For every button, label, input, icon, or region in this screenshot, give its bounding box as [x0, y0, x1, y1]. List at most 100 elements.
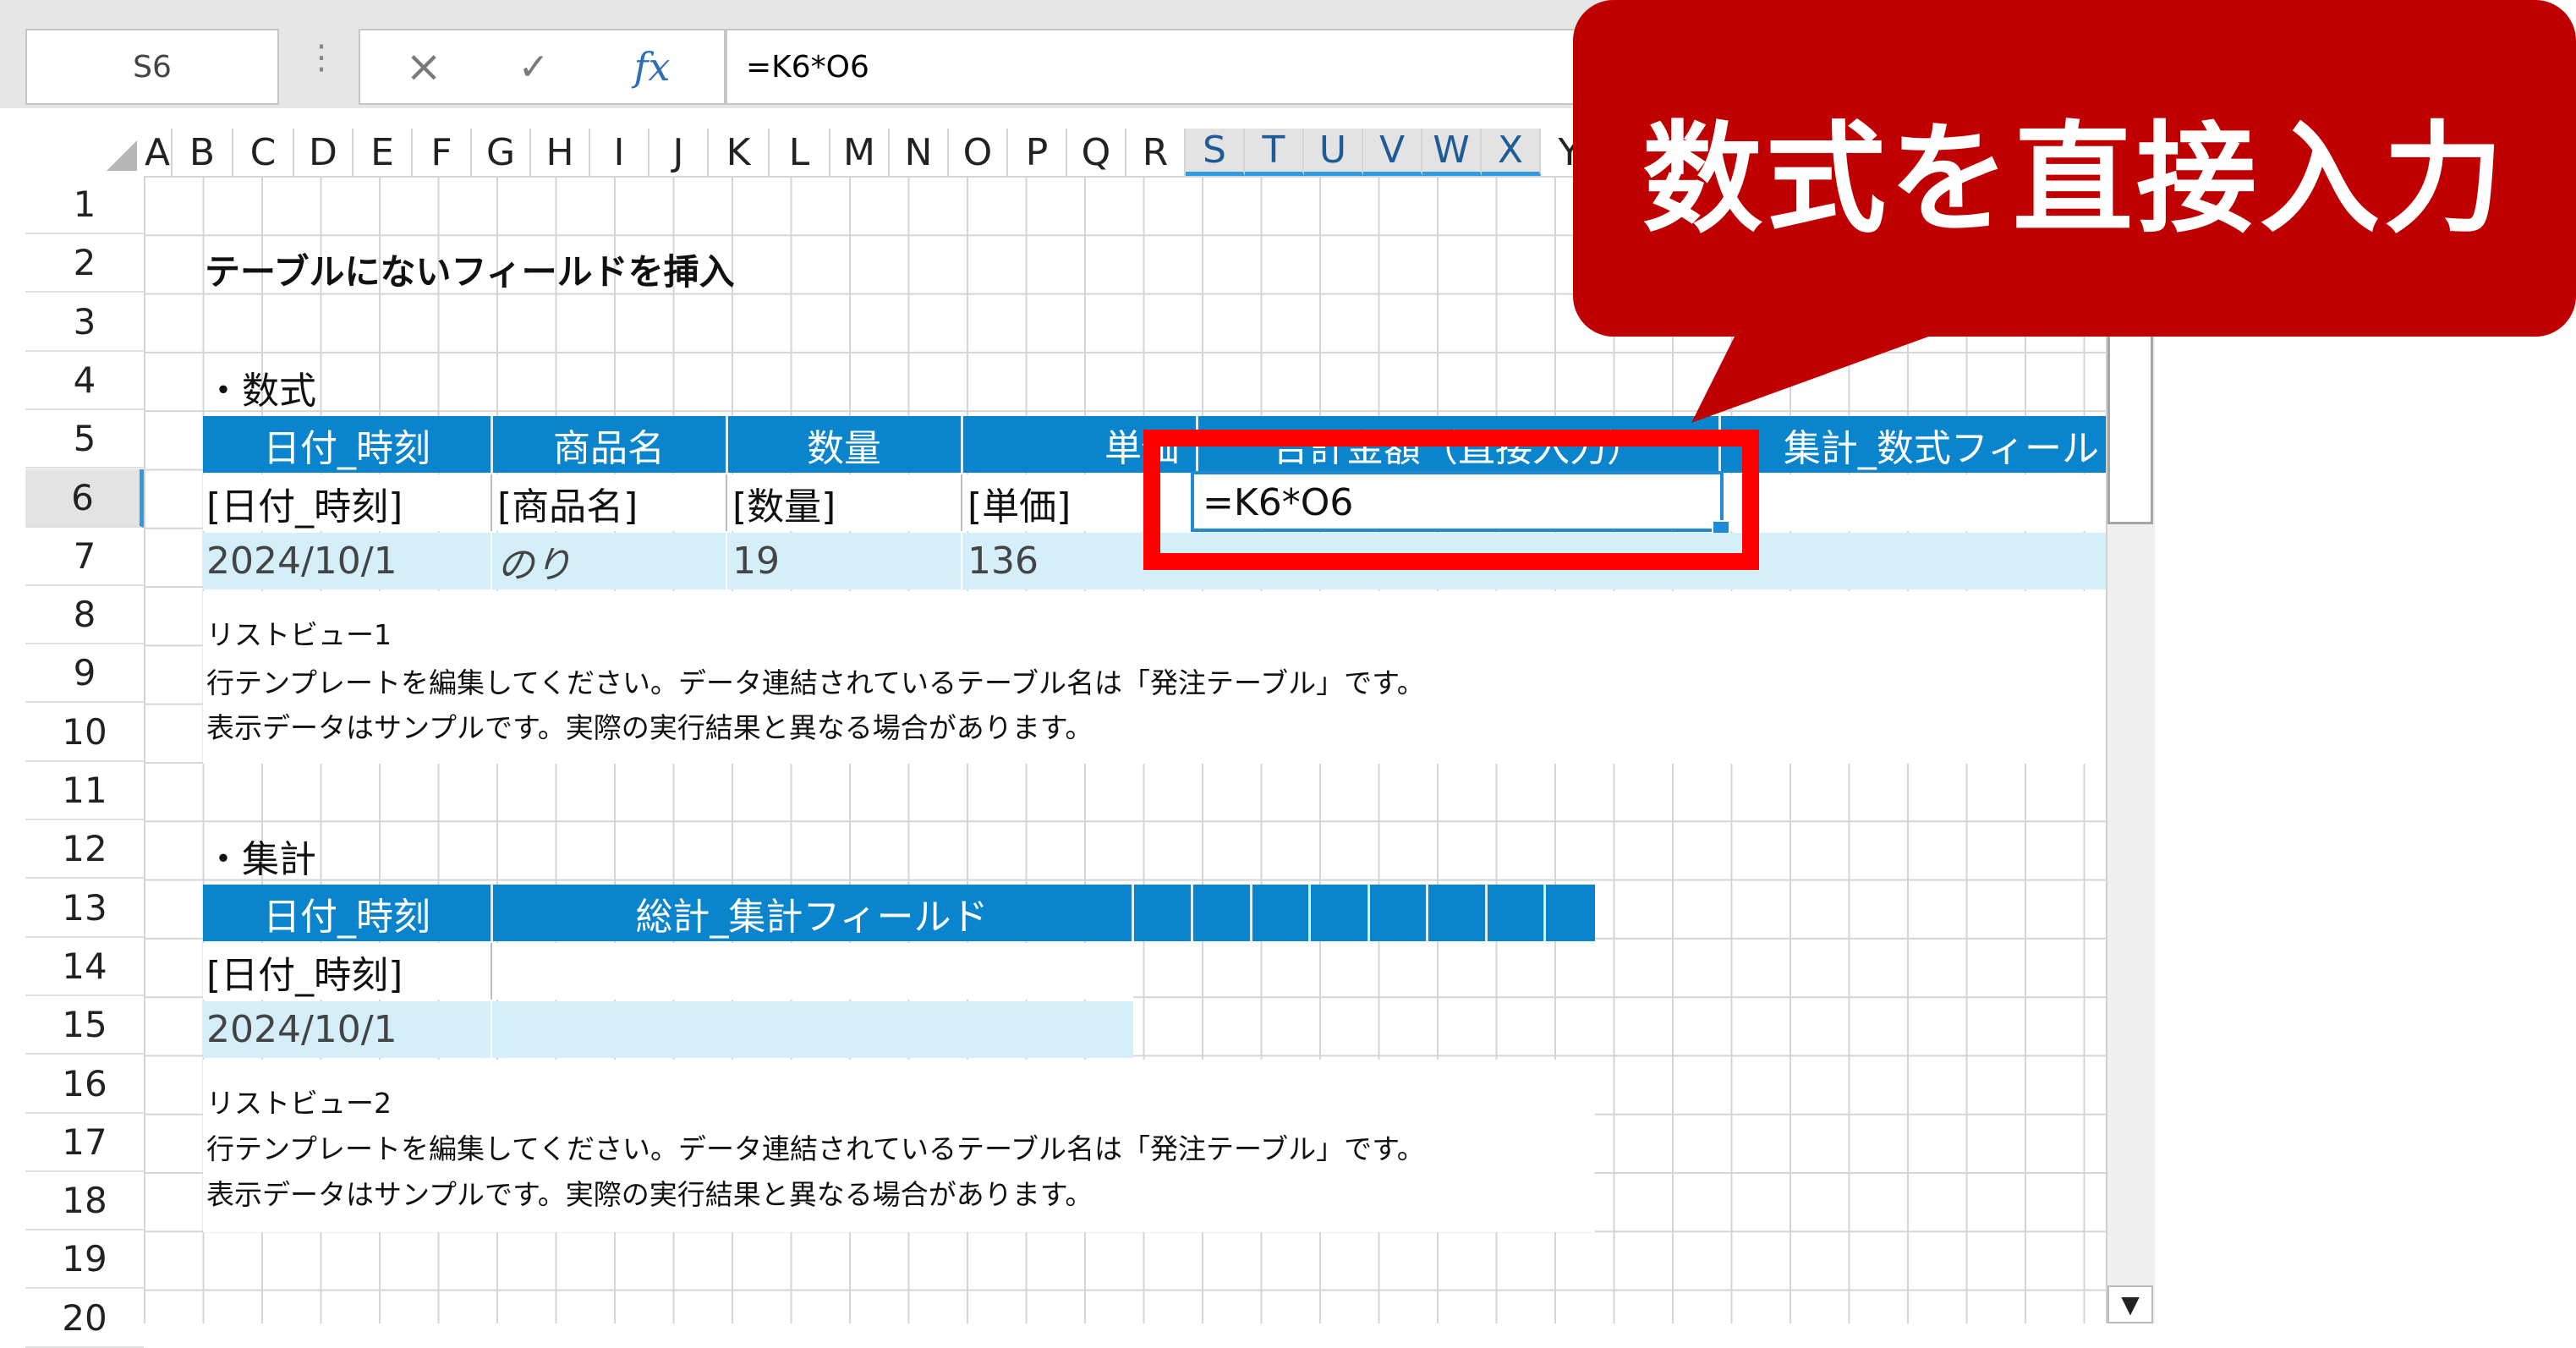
- enter-icon[interactable]: ✓: [496, 30, 572, 103]
- header-separator: [491, 885, 493, 941]
- header-separator: [1485, 885, 1488, 941]
- sample-unit-price: 136: [967, 540, 1039, 583]
- column-header-b[interactable]: B: [173, 129, 233, 176]
- cell-separator: [491, 533, 492, 589]
- listview1-name: リストビュー1: [206, 618, 392, 651]
- sample-product: のり: [497, 543, 572, 587]
- column-header-d[interactable]: D: [294, 129, 354, 176]
- listview1-disclaimer: 表示データはサンプルです。実際の実行結果と異なる場合があります。: [206, 711, 1093, 744]
- column-header-o[interactable]: O: [949, 129, 1008, 176]
- column-header-k[interactable]: K: [709, 129, 770, 176]
- column-header-l[interactable]: L: [770, 129, 830, 176]
- header-separator: [1426, 885, 1428, 941]
- header-separator: [1191, 885, 1193, 941]
- row-header-14[interactable]: 14: [25, 937, 144, 996]
- name-box[interactable]: S6: [25, 29, 279, 105]
- column-header-h[interactable]: H: [531, 129, 590, 176]
- template-unit-price-cell[interactable]: [単価]: [967, 474, 1071, 531]
- column-header-n[interactable]: N: [890, 129, 949, 176]
- header-separator: [961, 416, 963, 473]
- row-header-10[interactable]: 10: [25, 703, 144, 762]
- column-header-x[interactable]: X: [1482, 129, 1541, 176]
- row-header-8[interactable]: 8: [25, 586, 144, 645]
- column-header-j[interactable]: J: [649, 129, 709, 176]
- header-separator: [1250, 885, 1252, 941]
- sheet-title: テーブルにないフィールドを挿入: [205, 251, 735, 293]
- header-quantity: 数量: [807, 426, 881, 470]
- header-product: 商品名: [553, 426, 665, 470]
- sample-datetime: 2024/10/1: [206, 540, 397, 583]
- cell-separator: [491, 474, 492, 531]
- row-header-7[interactable]: 7: [25, 527, 144, 586]
- cell-separator: [961, 533, 962, 589]
- row-header-3[interactable]: 3: [25, 293, 144, 352]
- cell-separator: [961, 474, 962, 531]
- header-separator: [1367, 885, 1370, 941]
- column-header-q[interactable]: Q: [1067, 129, 1126, 176]
- row-header-19[interactable]: 19: [25, 1230, 144, 1290]
- row-header-16[interactable]: 16: [25, 1055, 144, 1114]
- highlight-frame: [1143, 430, 1759, 570]
- section-formula-label: ・数式: [205, 369, 316, 413]
- header-aggregate-formula: 集計_数式フィール: [1783, 426, 2099, 470]
- column-header-w[interactable]: W: [1422, 129, 1482, 176]
- header-separator: [1132, 885, 1134, 941]
- template-product-cell[interactable]: [商品名]: [497, 474, 638, 531]
- scroll-down-arrow-icon[interactable]: ▼: [2107, 1285, 2153, 1323]
- header-separator: [726, 416, 728, 473]
- cell-separator: [726, 533, 727, 589]
- row-header-17[interactable]: 17: [25, 1113, 144, 1172]
- callout-text: 数式を直接入力: [1642, 110, 2507, 249]
- row-header-2[interactable]: 2: [25, 234, 144, 293]
- spreadsheet-window: { "formula_bar": { "name_box": "S6", "ca…: [0, 0, 2576, 1348]
- row-header-1[interactable]: 1: [25, 176, 144, 234]
- column-header-v[interactable]: V: [1363, 129, 1422, 176]
- section-aggregate-label: ・集計: [205, 837, 316, 881]
- column-header-u[interactable]: U: [1304, 129, 1363, 176]
- column-header-e[interactable]: E: [354, 129, 413, 176]
- column-header-s[interactable]: S: [1186, 129, 1245, 176]
- row-header-15[interactable]: 15: [25, 996, 144, 1055]
- listview2-disclaimer: 表示データはサンプルです。実際の実行結果と異なる場合があります。: [206, 1178, 1093, 1211]
- column-header-m[interactable]: M: [830, 129, 890, 176]
- row-header-9[interactable]: 9: [25, 644, 144, 704]
- cell-separator: [491, 1001, 492, 1058]
- sample-quantity: 19: [732, 540, 780, 583]
- more-options-icon[interactable]: ⋮: [304, 38, 338, 77]
- column-header-g[interactable]: G: [472, 129, 531, 176]
- listview1-instruction: 行テンプレートを編集してください。データ連結されているテーブル名は「発注テーブル…: [206, 666, 1425, 699]
- select-all-corner[interactable]: [25, 129, 144, 176]
- formula-buttons: × ✓ fx: [359, 29, 726, 105]
- column-header-c[interactable]: C: [233, 129, 294, 176]
- column-header-i[interactable]: I: [590, 129, 649, 176]
- row-header-5[interactable]: 5: [25, 410, 144, 469]
- header2-datetime: 日付_時刻: [263, 895, 430, 939]
- sample2-datetime: 2024/10/1: [206, 1008, 397, 1051]
- row-header-20[interactable]: 20: [25, 1289, 144, 1348]
- header-datetime: 日付_時刻: [263, 426, 430, 470]
- row-header-12[interactable]: 12: [25, 820, 144, 879]
- header-separator: [1308, 885, 1311, 941]
- cancel-icon[interactable]: ×: [386, 30, 462, 103]
- template-datetime-cell[interactable]: [日付_時刻]: [206, 474, 403, 531]
- column-header-f[interactable]: F: [413, 129, 472, 176]
- template-quantity-cell[interactable]: [数量]: [732, 474, 836, 531]
- header-separator: [1543, 885, 1546, 941]
- column-header-t[interactable]: T: [1245, 129, 1304, 176]
- insert-function-button[interactable]: fx: [614, 30, 690, 103]
- column-header-p[interactable]: P: [1008, 129, 1067, 176]
- column-header-r[interactable]: R: [1126, 129, 1186, 176]
- row-header-11[interactable]: 11: [25, 762, 144, 820]
- column-header-a[interactable]: A: [144, 129, 173, 176]
- row-header-18[interactable]: 18: [25, 1172, 144, 1231]
- row-header-6[interactable]: 6: [25, 469, 144, 528]
- header2-grand-total: 総計_集計フィールド: [635, 895, 989, 939]
- listview2-instruction: 行テンプレートを編集してください。データ連結されているテーブル名は「発注テーブル…: [206, 1132, 1425, 1165]
- listview2-name: リストビュー2: [206, 1087, 392, 1120]
- row-header-13[interactable]: 13: [25, 879, 144, 938]
- header-separator: [491, 416, 493, 473]
- cell-separator: [726, 474, 727, 531]
- cell-separator: [491, 943, 492, 1000]
- template2-datetime-cell[interactable]: [日付_時刻]: [206, 943, 403, 1000]
- row-header-4[interactable]: 4: [25, 351, 144, 410]
